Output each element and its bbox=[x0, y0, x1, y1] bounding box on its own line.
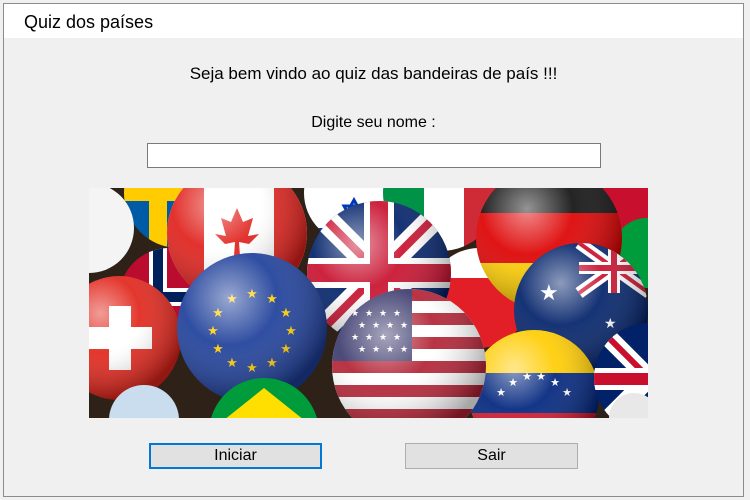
welcome-message: Seja bem vindo ao quiz das bandeiras de … bbox=[189, 64, 558, 83]
start-button[interactable]: Iniciar bbox=[149, 443, 322, 469]
name-prompt-label: Digite seu nome : bbox=[311, 114, 436, 131]
title-bar: Quiz dos países bbox=[4, 4, 743, 38]
flags-image: ★ ★ ★★★ ★★★ ★★★ ★★★ bbox=[89, 188, 648, 418]
window-title: Quiz dos países bbox=[24, 12, 154, 32]
app-window: Quiz dos países Seja bem vindo ao quiz d… bbox=[3, 3, 744, 497]
flags-collage-icon: ★ ★ ★★★ ★★★ ★★★ ★★★ bbox=[89, 188, 648, 418]
exit-button[interactable]: Sair bbox=[405, 443, 578, 469]
name-input[interactable] bbox=[147, 143, 601, 168]
